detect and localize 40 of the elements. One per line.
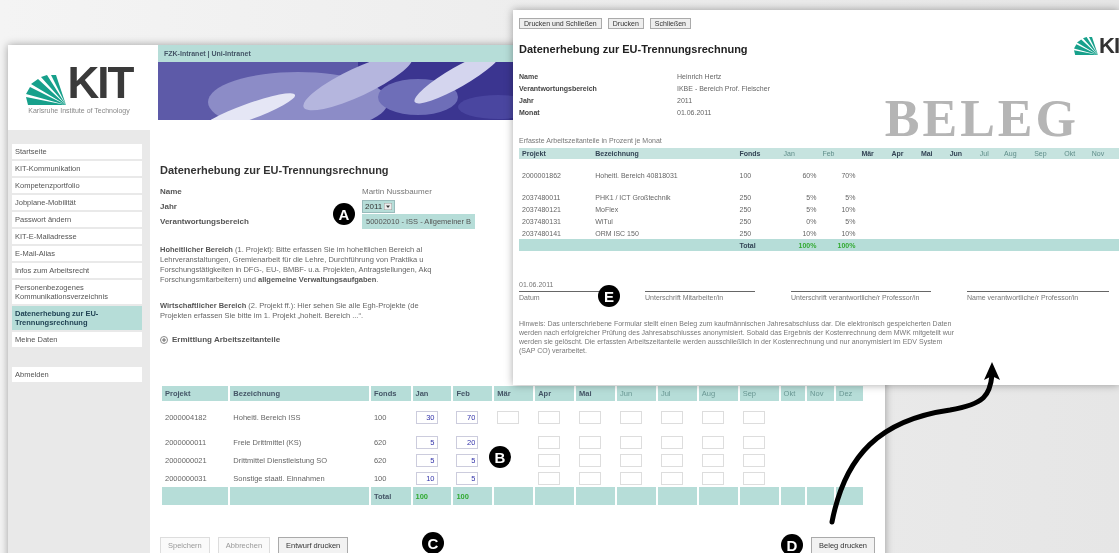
- percent-input[interactable]: [497, 410, 520, 424]
- logo-text: KIT: [67, 61, 133, 105]
- percent-input[interactable]: [701, 453, 724, 467]
- fan-logo-icon: [25, 75, 66, 105]
- percent-input[interactable]: [538, 453, 561, 467]
- percent-input[interactable]: [579, 410, 602, 424]
- percent-input[interactable]: [660, 435, 683, 449]
- percent-input[interactable]: [660, 453, 683, 467]
- percent-input[interactable]: [701, 471, 724, 485]
- percent-input[interactable]: [660, 410, 683, 424]
- percent-input[interactable]: [742, 435, 765, 449]
- percent-input[interactable]: [701, 410, 724, 424]
- percent-input[interactable]: [620, 410, 642, 424]
- percent-input[interactable]: [620, 453, 642, 467]
- field-label: Verantwortungsbereich: [160, 217, 250, 226]
- percent-input[interactable]: [742, 410, 765, 424]
- percent-input[interactable]: [579, 435, 602, 449]
- logo-text: KI: [1099, 35, 1119, 57]
- percent-input[interactable]: [579, 453, 602, 467]
- fan-logo-icon: [1074, 37, 1098, 55]
- percent-input[interactable]: [538, 435, 561, 449]
- caret-icon: [384, 203, 393, 210]
- receipt-title: Datenerhebung zur EU-Trennungsrechnung: [519, 43, 748, 55]
- percent-input[interactable]: [620, 435, 642, 449]
- year-dropdown[interactable]: 2011: [362, 200, 396, 213]
- percent-input[interactable]: [538, 471, 561, 485]
- expand-icon[interactable]: [160, 335, 168, 344]
- page-title: Datenerhebung zur EU-Trennungsrechnung: [160, 164, 389, 176]
- field-value: Martin Nussbaumer: [362, 187, 433, 196]
- percent-input[interactable]: [538, 410, 561, 424]
- percent-input[interactable]: [660, 471, 683, 485]
- percent-input[interactable]: [742, 471, 765, 485]
- field-label: Jahr: [160, 202, 178, 211]
- section-heading: Ermittlung Arbeitszeitanteile: [172, 335, 281, 344]
- percent-input[interactable]: [742, 453, 765, 467]
- percent-input[interactable]: [701, 435, 724, 449]
- percent-input[interactable]: [620, 471, 642, 485]
- stamp-text: BELEG: [884, 93, 1079, 145]
- field-label: Name: [160, 187, 183, 196]
- percent-input[interactable]: [579, 471, 602, 485]
